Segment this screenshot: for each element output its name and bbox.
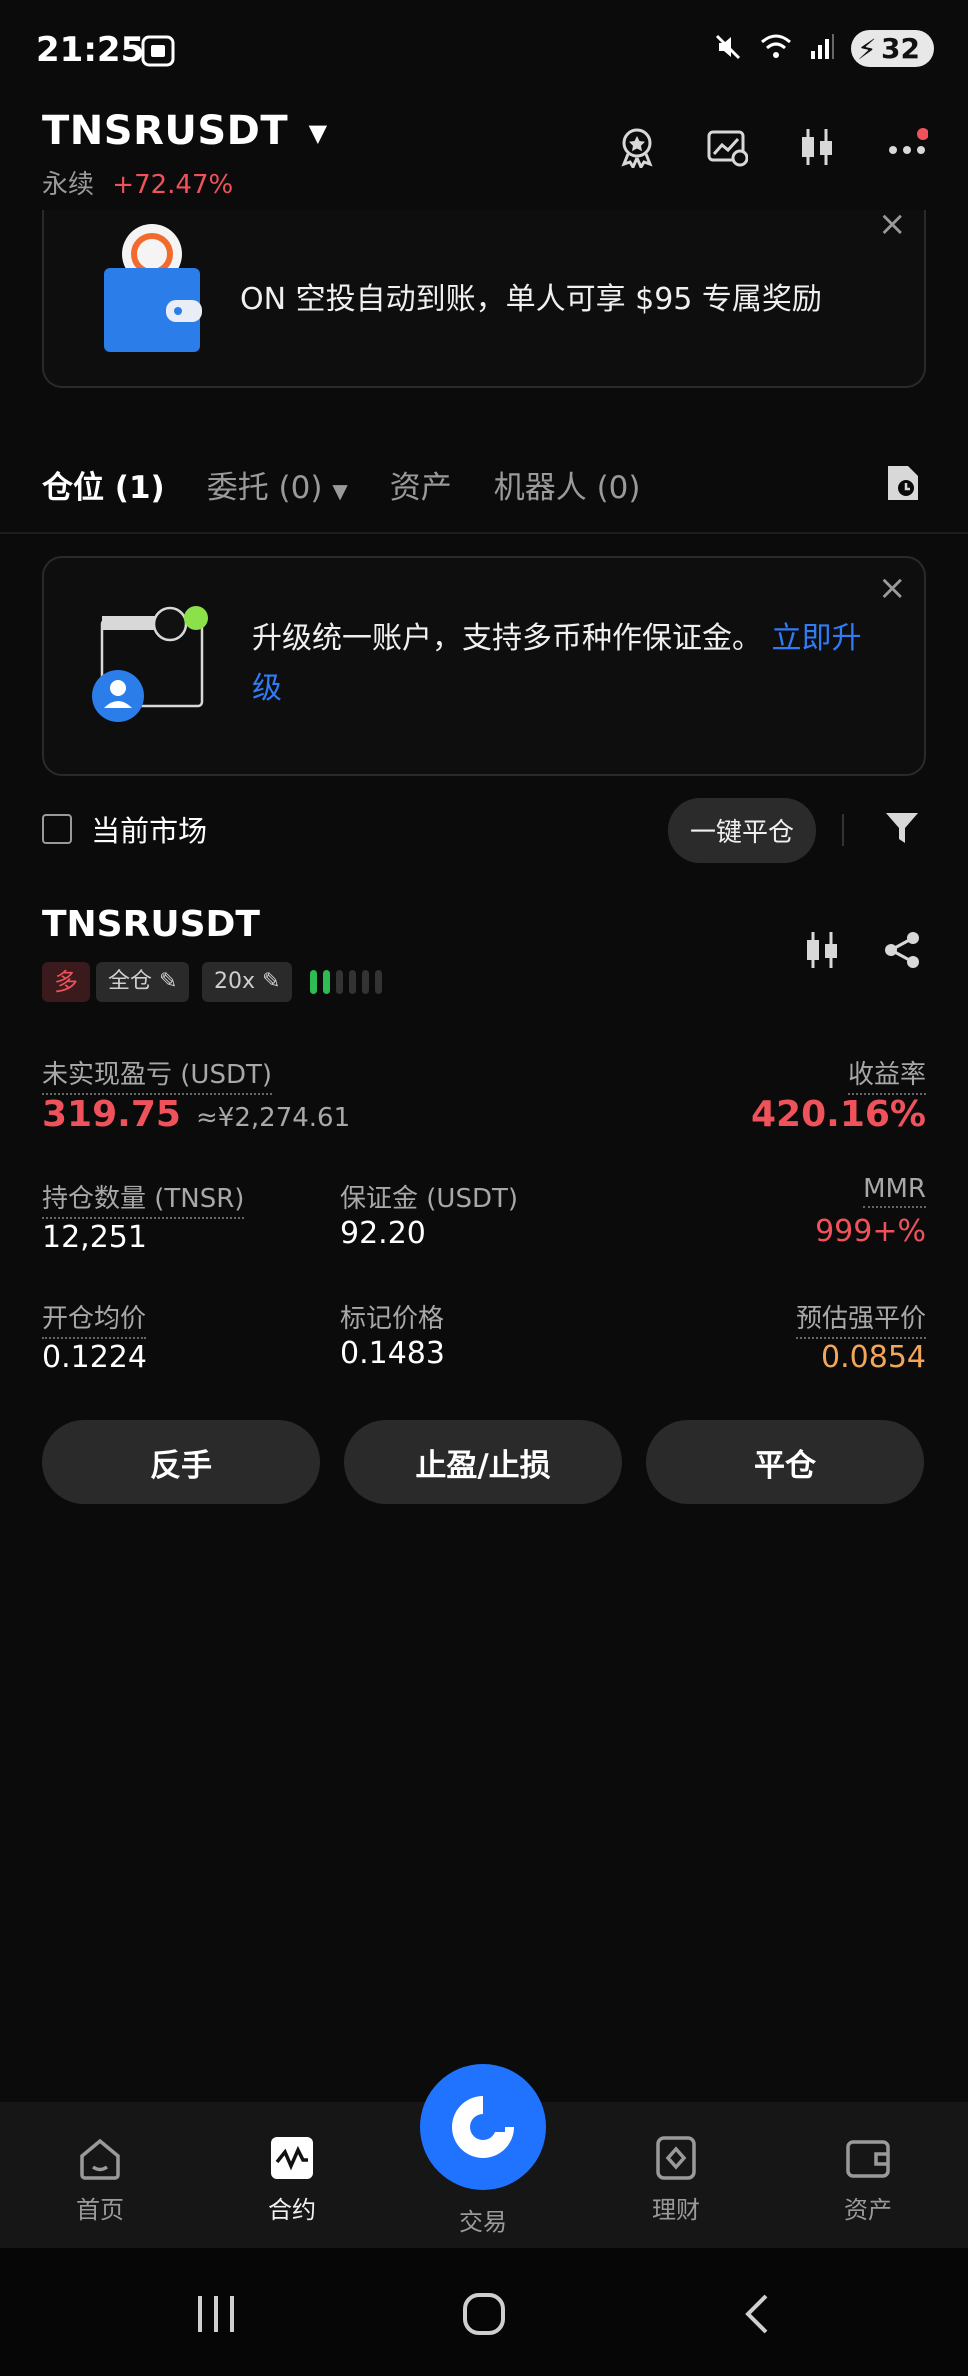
tab-bots[interactable]: 机器人 (0) bbox=[494, 462, 641, 507]
side-badge: 多 bbox=[42, 962, 90, 1002]
filter-divider bbox=[842, 814, 844, 846]
reverse-button[interactable]: 反手 bbox=[42, 1420, 320, 1504]
upgrade-message: 升级统一账户，支持多币种作保证金。 bbox=[252, 621, 762, 656]
leverage-label: 20x bbox=[214, 969, 256, 994]
filter-icon[interactable] bbox=[884, 810, 920, 850]
close-position-button[interactable]: 平仓 bbox=[646, 1420, 924, 1504]
edit-icon: ✎ bbox=[262, 969, 281, 994]
mmr-value: 999+% bbox=[815, 1214, 926, 1249]
mark-price-value: 0.1483 bbox=[340, 1336, 445, 1371]
risk-bar bbox=[310, 970, 317, 994]
wifi-icon bbox=[759, 32, 793, 66]
roe-value: 420.16% bbox=[751, 1094, 926, 1135]
tab-orders[interactable]: 委托 (0) ▼ bbox=[207, 462, 348, 507]
leverage-badge[interactable]: 20x ✎ bbox=[202, 962, 293, 1002]
share-icon[interactable] bbox=[882, 930, 922, 974]
position-size-value: 12,251 bbox=[42, 1220, 147, 1255]
upgrade-text: 升级统一账户，支持多币种作保证金。 立即升级 bbox=[252, 614, 872, 714]
nav-earn[interactable]: 理财 bbox=[616, 2134, 736, 2225]
trade-icon bbox=[452, 2096, 514, 2158]
entry-price-value: 0.1224 bbox=[42, 1340, 147, 1375]
screenshot-icon bbox=[140, 34, 176, 72]
status-icons: ⚡ 32 bbox=[713, 30, 934, 67]
entry-price-label[interactable]: 开仓均价 bbox=[42, 1298, 147, 1339]
nav-home-label: 首页 bbox=[76, 2196, 124, 2224]
close-all-button[interactable]: 一键平仓 bbox=[667, 798, 816, 863]
nav-assets-label: 资产 bbox=[844, 2196, 892, 2224]
earn-icon bbox=[656, 2136, 696, 2180]
margin-mode-badge[interactable]: 全仓 ✎ bbox=[96, 962, 190, 1002]
trade-button[interactable] bbox=[420, 2064, 546, 2190]
promo-text: ON 空投自动到账，单人可享 $95 专属奖励 bbox=[240, 282, 822, 317]
battery-indicator: ⚡ 32 bbox=[851, 30, 934, 67]
contract-type: 永续 bbox=[42, 170, 95, 200]
nav-futures-label: 合约 bbox=[268, 2196, 316, 2224]
tpsl-button[interactable]: 止盈/止损 bbox=[344, 1420, 622, 1504]
wallet-icon bbox=[846, 2140, 890, 2178]
nav-assets[interactable]: 资产 bbox=[808, 2134, 928, 2225]
recent-apps-icon[interactable] bbox=[194, 2292, 238, 2340]
caret-down-icon: ▼ bbox=[308, 119, 328, 147]
price-change: +72.47% bbox=[112, 170, 234, 200]
risk-bar bbox=[323, 970, 330, 994]
candlestick-icon[interactable] bbox=[794, 124, 840, 170]
tabs-divider bbox=[0, 532, 968, 534]
tab-orders-label: 委托 (0) bbox=[206, 470, 323, 506]
tab-positions[interactable]: 仓位 (1) bbox=[42, 462, 165, 507]
current-market-label: 当前市场 bbox=[91, 814, 208, 848]
chart-image-icon[interactable] bbox=[704, 124, 750, 170]
risk-bar bbox=[336, 970, 343, 994]
home-button-icon[interactable] bbox=[462, 2292, 506, 2340]
close-icon[interactable]: × bbox=[878, 204, 907, 244]
margin-mode-label: 全仓 bbox=[108, 969, 153, 994]
header-toolbar bbox=[614, 124, 930, 170]
risk-bar bbox=[362, 970, 369, 994]
close-icon[interactable]: × bbox=[878, 568, 907, 608]
mmr-label[interactable]: MMR bbox=[863, 1174, 926, 1208]
risk-bar bbox=[349, 970, 356, 994]
nav-trade-label: 交易 bbox=[459, 2208, 507, 2236]
risk-level-indicator bbox=[310, 970, 382, 994]
margin-label: 保证金 (USDT) bbox=[340, 1184, 518, 1214]
liquidation-price-label[interactable]: 预估强平价 bbox=[795, 1298, 926, 1339]
current-market-checkbox[interactable] bbox=[42, 814, 72, 844]
position-symbol: TNSRUSDT bbox=[42, 904, 260, 945]
futures-icon bbox=[271, 2137, 313, 2179]
unrealized-pnl-cny: ≈¥2,274.61 bbox=[196, 1103, 351, 1133]
more-icon[interactable] bbox=[884, 124, 930, 170]
home-icon bbox=[80, 2138, 120, 2180]
unrealized-pnl-label[interactable]: 未实现盈亏 (USDT) bbox=[42, 1054, 272, 1095]
back-icon[interactable] bbox=[736, 2292, 780, 2340]
wallet-icon bbox=[100, 222, 204, 356]
pair-name: TNSRUSDT bbox=[42, 108, 289, 154]
pair-subtitle: 永续 +72.47% bbox=[42, 164, 233, 201]
unrealized-pnl: 319.75 ≈¥2,274.61 bbox=[42, 1094, 350, 1135]
edit-icon: ✎ bbox=[159, 969, 178, 994]
bolt-icon: ⚡ bbox=[857, 33, 877, 66]
nav-futures[interactable]: 合约 bbox=[232, 2134, 352, 2225]
tab-assets[interactable]: 资产 bbox=[390, 462, 452, 507]
mark-price-label: 标记价格 bbox=[340, 1304, 445, 1334]
position-tabs: 仓位 (1) 委托 (0) ▼ 资产 机器人 (0) bbox=[42, 462, 640, 507]
candlestick-icon[interactable] bbox=[802, 930, 842, 974]
nav-earn-label: 理财 bbox=[652, 2196, 700, 2224]
risk-bar bbox=[375, 970, 382, 994]
margin-value: 92.20 bbox=[340, 1216, 426, 1251]
nav-home[interactable]: 首页 bbox=[40, 2134, 160, 2225]
award-icon[interactable] bbox=[614, 124, 660, 170]
battery-level: 32 bbox=[881, 32, 920, 65]
status-time: 21:25 bbox=[36, 30, 145, 70]
unrealized-pnl-value: 319.75 bbox=[42, 1094, 181, 1135]
account-upgrade-icon bbox=[90, 600, 214, 728]
liquidation-price-value: 0.0854 bbox=[821, 1340, 926, 1375]
pair-selector[interactable]: TNSRUSDT ▼ bbox=[42, 108, 328, 154]
current-market-filter[interactable]: 当前市场 bbox=[42, 808, 207, 850]
mute-icon bbox=[713, 32, 743, 66]
roe-label[interactable]: 收益率 bbox=[847, 1054, 926, 1095]
signal-icon bbox=[809, 33, 835, 65]
position-size-label[interactable]: 持仓数量 (TNSR) bbox=[42, 1178, 245, 1219]
caret-down-icon: ▼ bbox=[332, 479, 348, 503]
history-icon[interactable] bbox=[884, 462, 920, 506]
